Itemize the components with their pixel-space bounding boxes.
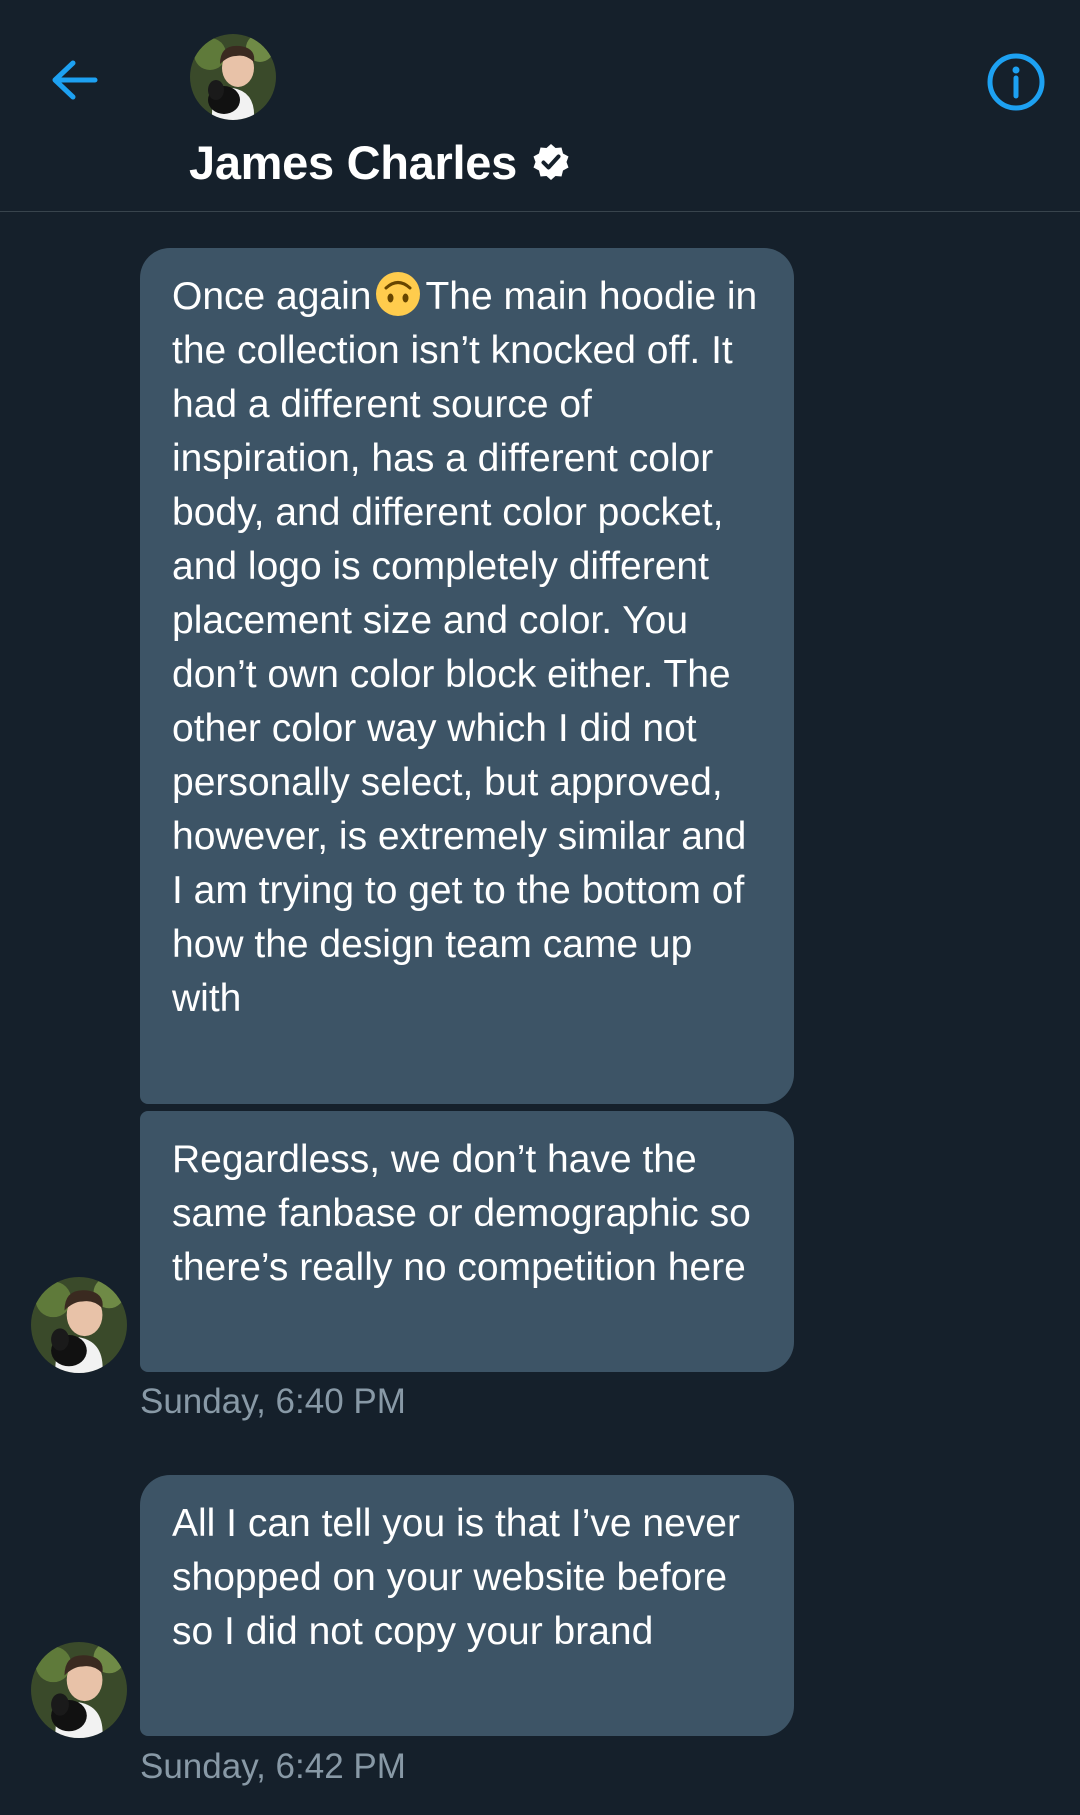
upside-down-face-emoji-icon (376, 272, 421, 316)
back-button[interactable] (40, 40, 110, 120)
back-arrow-icon (52, 60, 98, 100)
message-text: Regardless, we don’t have the same fanba… (172, 1138, 751, 1289)
avatar-image (31, 1277, 127, 1373)
sender-avatar[interactable] (31, 1277, 127, 1373)
message-text: The main hoodie in the collection isn’t … (172, 275, 758, 1020)
message-bubble[interactable]: Once again The main hoodie in the collec… (140, 248, 794, 1104)
contact-name-row[interactable]: James Charles (189, 130, 571, 194)
verified-badge-icon (533, 144, 569, 180)
conversation-info-button[interactable] (982, 48, 1050, 116)
message-bubble[interactable]: Regardless, we don’t have the same fanba… (140, 1111, 794, 1372)
conversation-header: James Charles (0, 0, 1080, 212)
message-timestamp: Sunday, 6:42 PM (140, 1747, 406, 1786)
message-text: Once again (172, 275, 372, 318)
message-bubble[interactable]: All I can tell you is that I’ve never sh… (140, 1475, 794, 1736)
contact-name: James Charles (189, 135, 517, 189)
message-text: All I can tell you is that I’ve never sh… (172, 1502, 740, 1653)
contact-avatar[interactable] (190, 34, 276, 120)
sender-avatar[interactable] (31, 1642, 127, 1738)
info-icon (987, 53, 1045, 111)
message-timestamp: Sunday, 6:40 PM (140, 1382, 406, 1421)
avatar-image (190, 34, 276, 120)
avatar-image (31, 1642, 127, 1738)
